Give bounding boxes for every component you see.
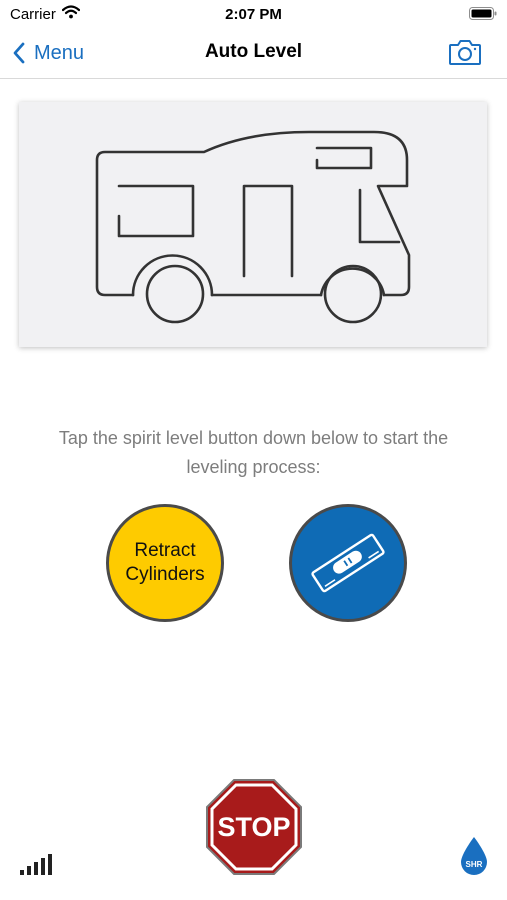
status-time: 2:07 PM xyxy=(225,6,282,23)
signal-icon xyxy=(20,854,52,875)
navigation-bar: Menu Auto Level xyxy=(0,28,507,79)
status-bar: Carrier 2:07 PM xyxy=(0,0,507,28)
battery-icon xyxy=(469,7,497,20)
page-title: Auto Level xyxy=(204,41,303,62)
spirit-level-icon xyxy=(311,533,385,593)
vehicle-panel xyxy=(19,102,487,347)
retract-label-line1: Retract xyxy=(134,540,196,561)
rv-illustration xyxy=(95,130,411,324)
instruction-text: Tap the spirit level button down below t… xyxy=(58,428,449,477)
retract-cylinders-button[interactable]: Retract Cylinders xyxy=(106,504,224,622)
start-leveling-button[interactable] xyxy=(289,504,407,622)
camera-icon[interactable] xyxy=(448,38,482,66)
retract-cylinders-label: Retract Cylinders xyxy=(125,539,204,587)
shr-logo-text: SHR xyxy=(466,860,483,869)
water-drop-icon: SHR xyxy=(461,837,487,875)
stop-button[interactable]: STOP xyxy=(205,778,303,876)
stop-label: STOP xyxy=(217,812,290,842)
retract-label-line2: Cylinders xyxy=(125,564,205,585)
